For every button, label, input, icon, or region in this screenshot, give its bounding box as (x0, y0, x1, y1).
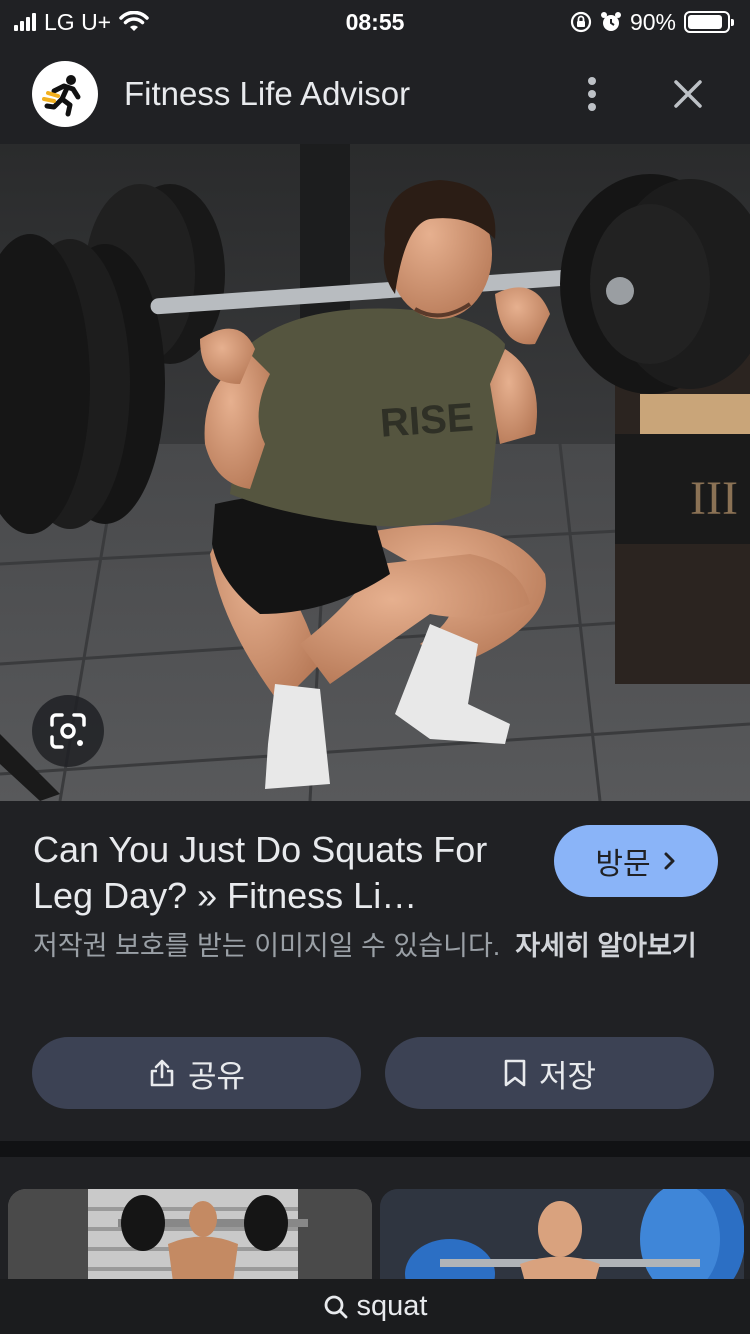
search-icon (324, 1295, 347, 1318)
chevron-right-icon (664, 852, 675, 870)
share-button[interactable]: 공유 (32, 1037, 361, 1109)
svg-text:III: III (690, 472, 738, 525)
bookmark-icon (504, 1059, 526, 1087)
battery-percent: 90% (629, 8, 676, 35)
search-query-bar[interactable]: squat (0, 1279, 750, 1334)
rotation-lock-icon (570, 11, 592, 33)
app-bar: Fitness Life Advisor (0, 44, 750, 144)
runner-logo-icon[interactable] (32, 61, 98, 127)
share-icon (150, 1059, 174, 1087)
shirt-print: RISE (379, 395, 475, 445)
google-lens-icon[interactable] (32, 695, 104, 767)
more-vert-icon[interactable] (562, 64, 622, 124)
section-divider (0, 1141, 750, 1157)
squat-photo: III RISE (0, 144, 750, 801)
result-title[interactable]: Can You Just Do Squats For Leg Day? » Fi… (33, 827, 533, 919)
copyright-text: 저작권 보호를 받는 이미지일 수 있습니다. (33, 931, 501, 961)
visit-button[interactable]: 방문 (554, 825, 718, 897)
battery-icon (684, 11, 734, 33)
related-image[interactable] (8, 1189, 372, 1282)
result-image[interactable]: III RISE (0, 144, 750, 801)
carrier-name: LG U+ (44, 8, 112, 35)
share-label: 공유 (187, 1058, 246, 1094)
copyright-notice: 저작권 보호를 받는 이미지일 수 있습니다. 자세히 알아보기 (33, 927, 713, 965)
status-bar: LG U+ 08:55 90% (0, 0, 750, 44)
learn-more-link[interactable]: 자세히 알아보기 (515, 931, 696, 961)
save-label: 저장 (538, 1058, 597, 1094)
related-image[interactable] (380, 1189, 744, 1282)
close-icon[interactable] (658, 64, 718, 124)
status-right: 90% (570, 8, 734, 36)
alarm-icon (600, 12, 621, 31)
save-button[interactable]: 저장 (385, 1037, 714, 1109)
related-images (0, 1157, 750, 1282)
wifi-icon (119, 11, 149, 31)
visit-button-label: 방문 (595, 848, 651, 881)
battery-level (688, 15, 723, 29)
site-title[interactable]: Fitness Life Advisor (124, 75, 562, 113)
result-info-panel: Can You Just Do Squats For Leg Day? » Fi… (0, 801, 750, 1141)
search-query: squat (356, 1290, 428, 1322)
cellular-signal-icon (14, 13, 36, 31)
status-left: LG U+ (14, 9, 149, 36)
